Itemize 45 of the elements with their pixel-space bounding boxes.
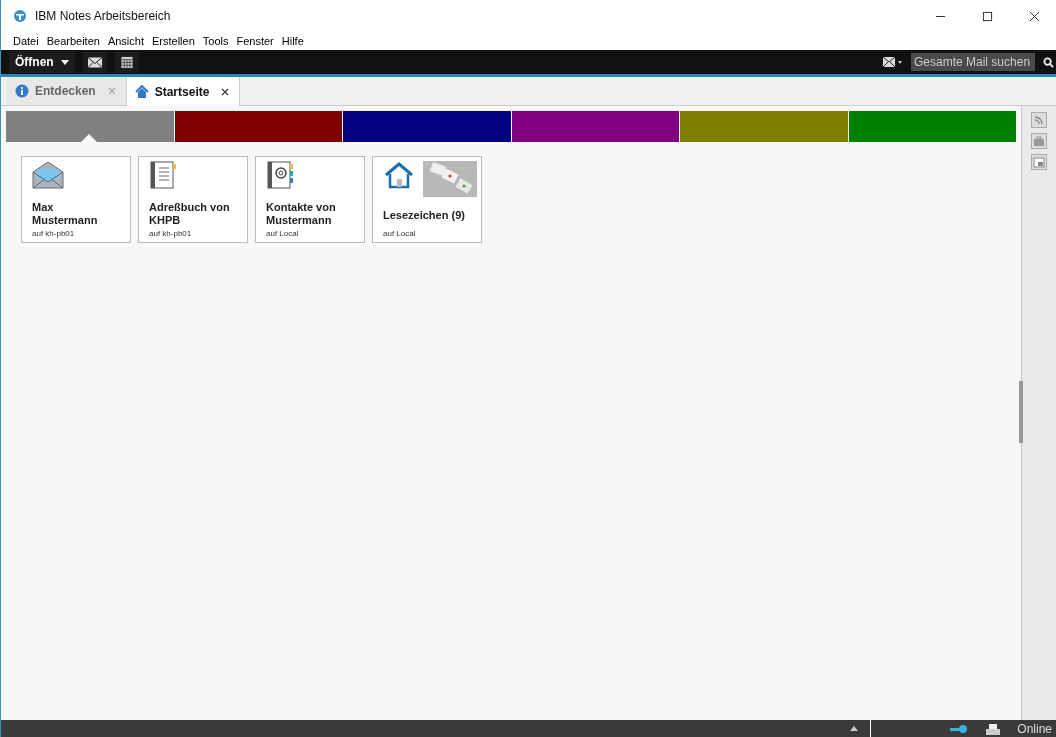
home-icon [383, 161, 415, 189]
caret-icon[interactable] [850, 726, 859, 731]
tile-title: Max Mustermann [32, 201, 99, 227]
mail-scope-icon[interactable] [883, 56, 903, 68]
menu-item[interactable]: Hilfe [281, 35, 304, 47]
menu-item[interactable]: Tools [202, 35, 229, 47]
tab-label: Entdecken [35, 84, 96, 98]
tile-title: Kontakte von Mustermann [266, 201, 337, 227]
menu-item[interactable]: Bearbeiten [46, 35, 100, 47]
menu-item[interactable]: Ansicht [107, 35, 144, 47]
window-title: IBM Notes Arbeitsbereich [35, 9, 171, 23]
feed-icon[interactable] [1031, 112, 1047, 128]
home-icon [134, 84, 149, 99]
resize-handle[interactable] [1019, 381, 1023, 443]
tab[interactable]: Entdecken [7, 77, 127, 105]
close-icon[interactable] [1029, 10, 1040, 22]
calendar-icon[interactable] [115, 51, 139, 73]
tile[interactable]: Lesezeichen (9) auf Local [372, 156, 482, 243]
info-icon [15, 84, 29, 98]
app-logo-icon [13, 10, 27, 22]
envelope-icon [32, 161, 64, 189]
briefcase-icon[interactable] [1031, 133, 1047, 149]
tab-label: Startseite [154, 84, 210, 99]
menu-item[interactable]: Fenster [236, 35, 274, 47]
tile-subtitle: auf kh-pb01 [149, 229, 193, 238]
open-button[interactable]: Öffnen [9, 51, 75, 73]
tile[interactable]: Adreßbuch von KHPB auf kh-pb01 [138, 156, 248, 243]
key-icon [949, 722, 970, 735]
search-icon[interactable] [1043, 56, 1054, 68]
tile-subtitle: auf Local [266, 229, 300, 238]
caret-icon [61, 60, 69, 66]
tile-subtitle: auf Local [383, 229, 417, 238]
tile-subtitle: auf kh-pb01 [32, 229, 76, 238]
tile[interactable]: Kontakte von Mustermann auf Local [255, 156, 365, 243]
tile-title: Adreßbuch von KHPB [149, 201, 231, 227]
online-status[interactable]: Online [1017, 721, 1052, 736]
tab[interactable]: Startseite [126, 77, 241, 106]
mail-icon[interactable] [83, 51, 107, 73]
close-icon[interactable] [221, 87, 230, 96]
maximize-icon[interactable] [982, 10, 993, 22]
search-field[interactable]: Gesamte Mail suchen [911, 53, 1035, 71]
tile[interactable]: Max Mustermann auf kh-pb01 [21, 156, 131, 243]
tile-title: Lesezeichen (9) [383, 209, 466, 222]
menu-item[interactable]: Erstellen [152, 35, 195, 47]
menu-item[interactable]: Datei [13, 35, 39, 47]
